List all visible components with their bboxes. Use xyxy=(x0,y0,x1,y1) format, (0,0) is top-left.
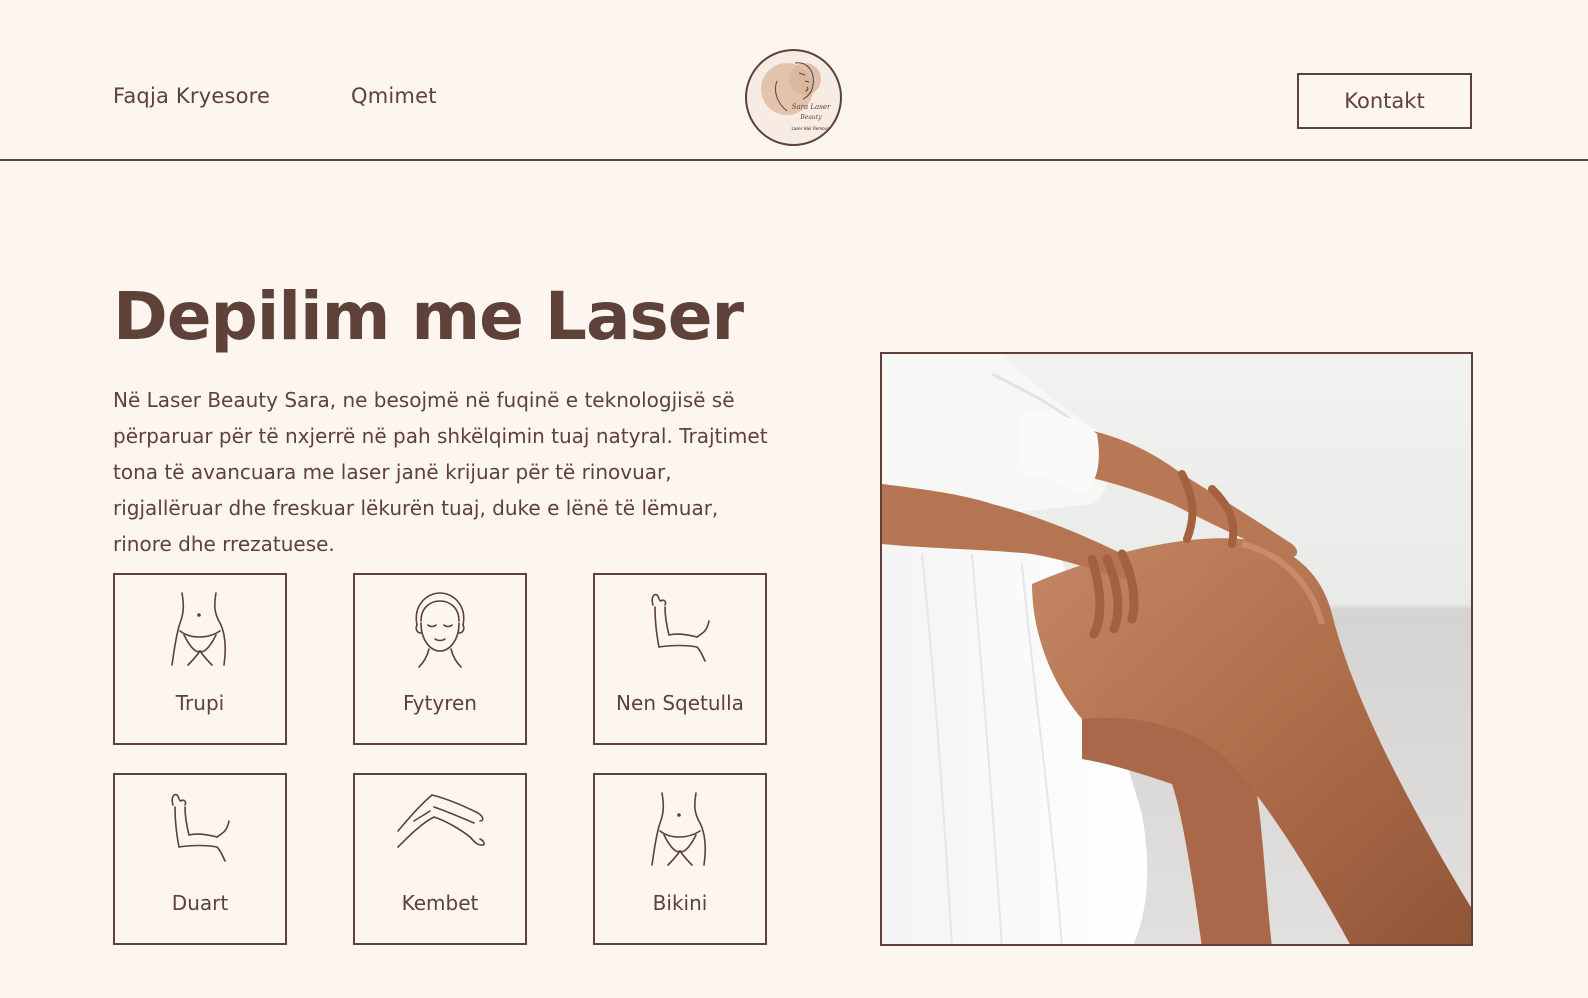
tile-label: Duart xyxy=(171,891,229,915)
logo-text-line2: Beauty xyxy=(799,114,822,121)
page-title: Depilim me Laser xyxy=(113,278,744,355)
treatment-tile-face[interactable]: Fytyren xyxy=(353,573,527,745)
tile-label: Bikini xyxy=(652,891,708,915)
brand-logo[interactable]: Sara Laser Beauty Laser Hair Removal xyxy=(745,49,842,146)
site-header: Faqja Kryesore Qmimet Sara Laser Beauty … xyxy=(0,0,1588,161)
legs-icon xyxy=(397,794,485,848)
face-icon xyxy=(415,592,465,668)
nav-link-prices[interactable]: Qmimet xyxy=(351,84,437,108)
tile-label: Kembet xyxy=(401,891,479,915)
tile-label: Fytyren xyxy=(403,691,477,715)
tile-label: Trupi xyxy=(175,691,225,715)
treatment-tile-body[interactable]: Trupi xyxy=(113,573,287,745)
treatment-tile-underarm[interactable]: Nen Sqetulla xyxy=(593,573,767,745)
bikini-icon xyxy=(651,792,706,866)
hero-image xyxy=(880,352,1473,946)
legs-photo-illustration xyxy=(882,354,1471,944)
body-icon xyxy=(171,592,226,666)
logo-face-icon: Sara Laser Beauty Laser Hair Removal xyxy=(761,62,831,131)
treatment-tile-arms[interactable]: Duart xyxy=(113,773,287,945)
treatment-tile-legs[interactable]: Kembet xyxy=(353,773,527,945)
underarm-icon xyxy=(651,593,710,662)
hero-description: Në Laser Beauty Sara, ne besojmë në fuqi… xyxy=(113,388,768,556)
logo-tagline: Laser Hair Removal xyxy=(792,126,831,131)
arm-icon xyxy=(171,793,230,862)
tile-label: Nen Sqetulla xyxy=(616,691,744,715)
logo-text-line1: Sara Laser xyxy=(792,103,831,111)
treatment-tile-bikini[interactable]: Bikini xyxy=(593,773,767,945)
nav-link-home[interactable]: Faqja Kryesore xyxy=(113,84,270,108)
contact-button[interactable]: Kontakt xyxy=(1297,73,1472,129)
